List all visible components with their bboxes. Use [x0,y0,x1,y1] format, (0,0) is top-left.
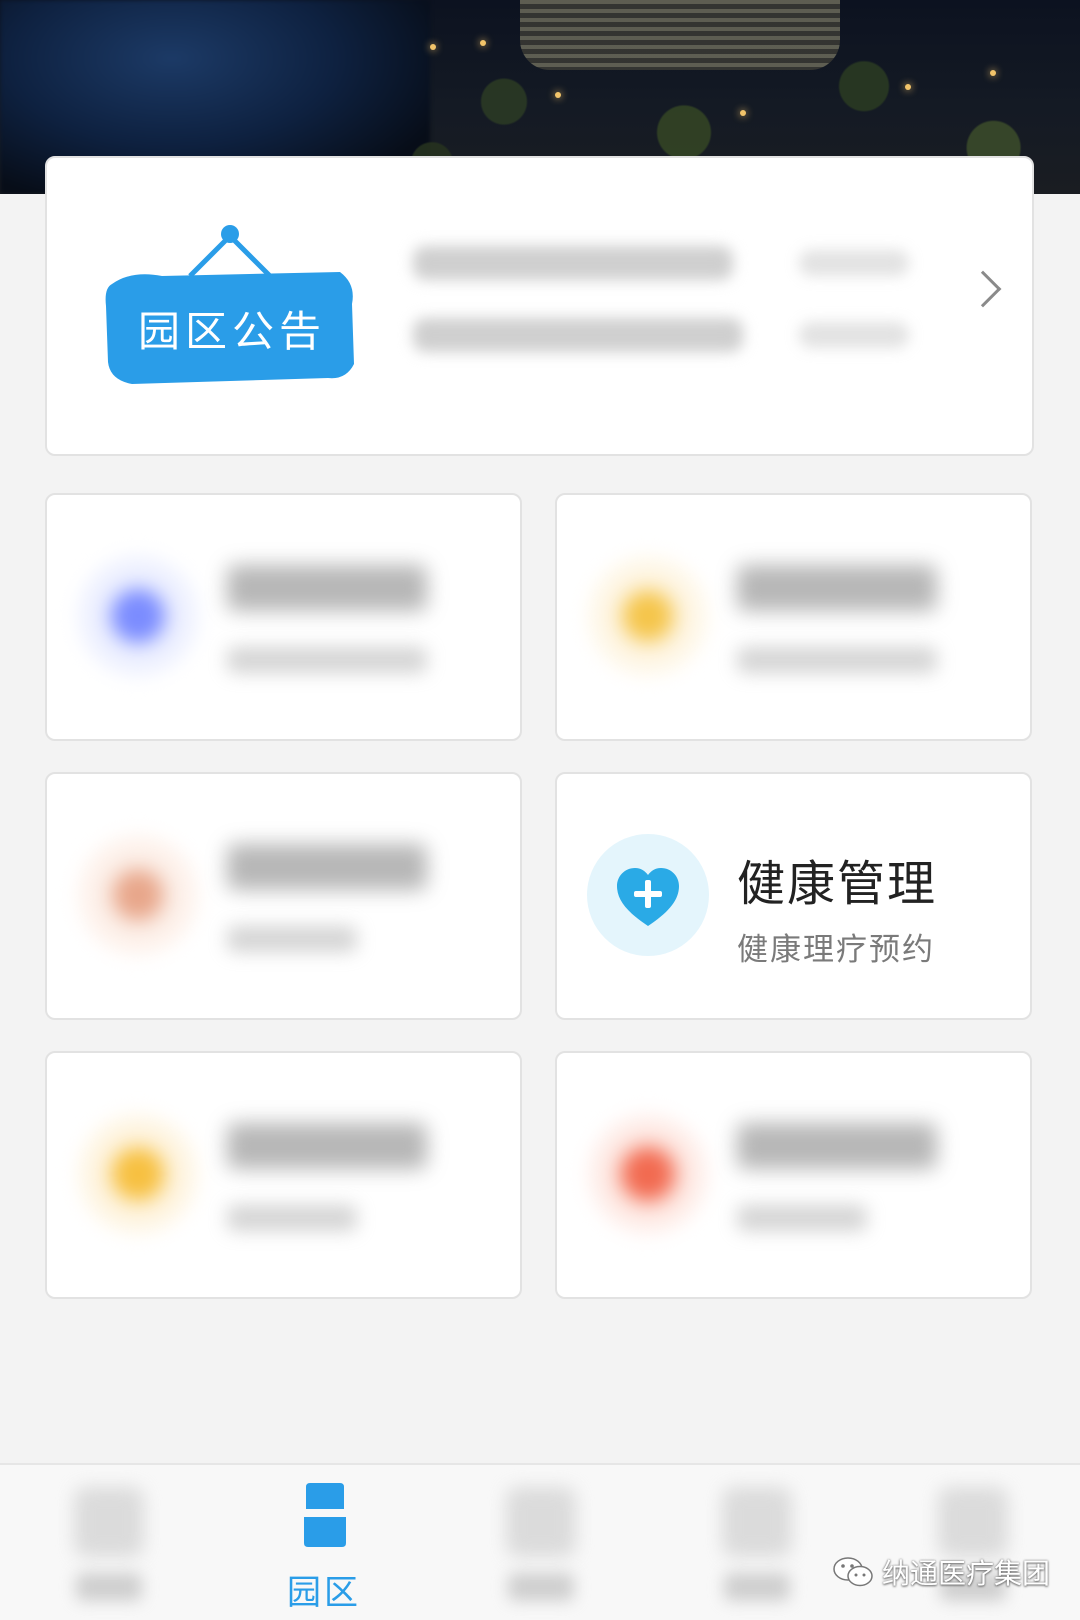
blurred-tile-subtitle [227,1205,357,1231]
wechat-icon [833,1557,873,1587]
tab-1[interactable] [0,1465,216,1620]
tab-park-label: 园区 [287,1573,361,1613]
blurred-tab-icon [722,1487,792,1557]
service-tile-1[interactable] [45,493,522,741]
hero-lamp [905,84,911,90]
park-tab-icon [304,1483,346,1547]
chevron-right-icon[interactable] [964,270,1002,308]
notice-blurred-date-1 [799,250,909,276]
blurred-service-icon [587,1113,709,1235]
health-icon-circle [587,834,709,956]
heart-plus-icon [617,868,679,926]
health-tile-subtitle: 健康理疗预约 [737,932,935,968]
blurred-service-icon [77,834,199,956]
blurred-tab-icon [938,1487,1008,1557]
blurred-tile-title [737,565,937,611]
bottom-tab-bar: 园区 [0,1463,1080,1620]
blurred-service-icon [77,555,199,677]
service-tile-3[interactable] [45,772,522,1020]
blurred-tile-subtitle [737,647,937,673]
health-tile-title: 健康管理 [737,856,938,912]
notice-blurred-title-2 [413,318,743,352]
blurred-tile-title [737,1123,937,1169]
hero-lamp [430,44,436,50]
watermark-text: 纳通医疗集团 [882,1557,1051,1590]
service-tile-2[interactable] [555,493,1032,741]
blurred-tile-title [227,844,427,890]
blurred-tab-icon [506,1487,576,1557]
blurred-tile-title [227,1123,427,1169]
tab-3[interactable] [432,1465,648,1620]
watermark: 纳通医疗集团 [832,1550,1050,1594]
service-tile-5[interactable] [45,1051,522,1299]
blurred-tab-label [724,1573,790,1601]
hero-lamp [740,110,746,116]
hero-lamp [480,40,486,46]
blurred-tile-subtitle [737,1205,867,1231]
notice-tag-label: 园区公告 [138,307,327,356]
blurred-service-icon [587,555,709,677]
hero-lamp [555,92,561,98]
park-notice-card[interactable]: 园区公告 [45,156,1034,456]
tab-5[interactable] [864,1465,1080,1620]
blurred-tab-icon [74,1487,144,1557]
hero-lamp [990,70,996,76]
service-tile-6[interactable] [555,1051,1032,1299]
tab-park[interactable]: 园区 [216,1465,432,1620]
notice-blurred-date-2 [799,322,909,348]
blurred-tile-title [227,565,427,611]
tab-4[interactable] [648,1465,864,1620]
blurred-tab-label [508,1573,574,1601]
blurred-tile-subtitle [227,926,357,952]
health-management-tile[interactable]: 健康管理 健康理疗预约 [555,772,1032,1020]
blurred-tile-subtitle [227,647,427,673]
notice-blurred-title-1 [413,246,733,280]
blurred-tab-label [76,1573,142,1601]
notice-tag: 园区公告 [102,224,358,384]
blurred-service-icon [77,1113,199,1235]
